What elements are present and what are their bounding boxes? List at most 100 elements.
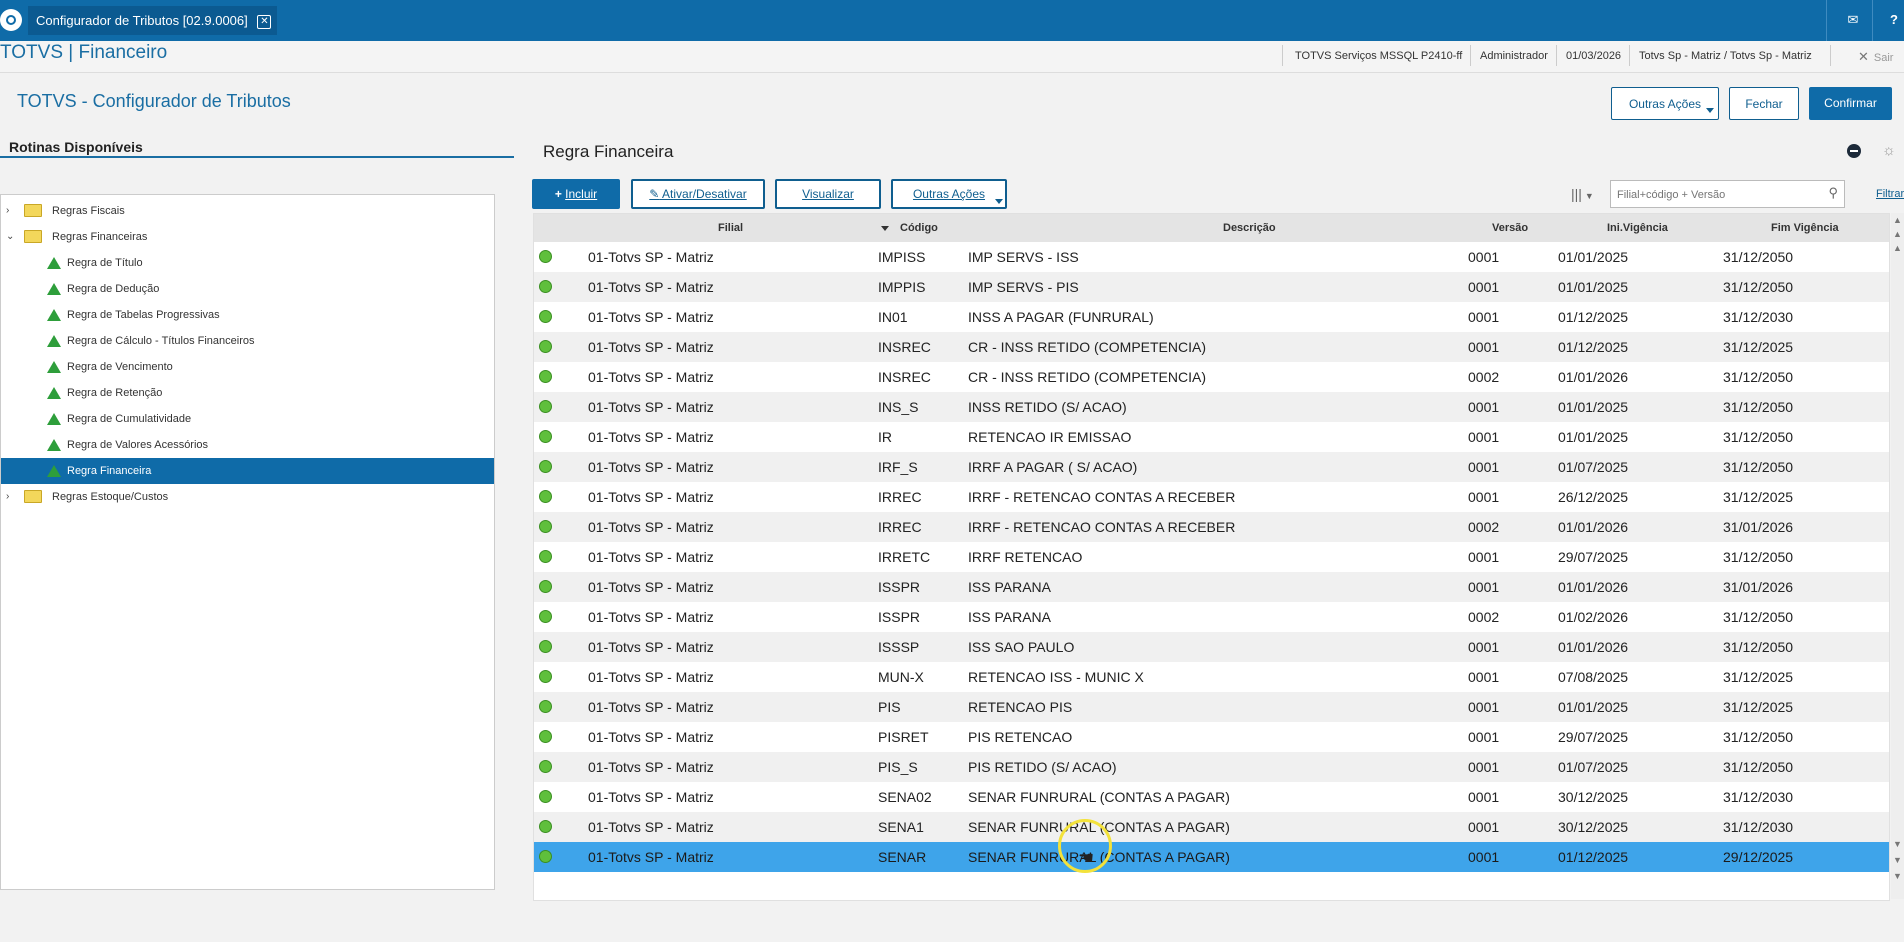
close-button[interactable]: Fechar <box>1729 87 1799 120</box>
tree-item[interactable]: Regra de Valores Acessórios <box>1 432 494 458</box>
window-tab[interactable]: Configurador de Tributos [02.9.0006] ✕ <box>28 6 278 35</box>
help-icon[interactable]: ? <box>1884 10 1904 30</box>
tree-label: Regra de Tabelas Progressivas <box>67 309 220 321</box>
cell-filial: 01-Totvs SP - Matriz <box>588 459 714 475</box>
tree-label: Regra de Valores Acessórios <box>67 439 209 451</box>
status-active-icon <box>539 820 552 833</box>
table-row[interactable]: 01-Totvs SP - Matriz IN01 INSS A PAGAR (FU… <box>534 302 1889 332</box>
filter-link[interactable]: Filtrar <box>1876 188 1904 200</box>
table-row[interactable]: 01-Totvs SP - Matriz SENA02 SENAR FUNRURAL… <box>534 782 1889 812</box>
close-icon: ✕ <box>1858 49 1869 64</box>
table-row[interactable]: 01-Totvs SP - Matriz ISSPR ISS PARANA 0001 0… <box>534 572 1889 602</box>
column-header-fim-vigencia[interactable]: Fim Vigência <box>1771 222 1839 234</box>
cell-codigo: IRRETC <box>878 549 931 565</box>
cell-descricao: CR - INSS RETIDO (COMPETENCIA) <box>968 369 1207 385</box>
scroll-down-icon[interactable]: ▼ <box>1893 855 1902 865</box>
table-row[interactable]: 01-Totvs SP - Matriz PIS RETENCAO PIS 0001 0… <box>534 692 1889 722</box>
table-row[interactable]: 01-Totvs SP - Matriz IRREC IRRF - RETENCAO… <box>534 482 1889 512</box>
confirm-button[interactable]: Confirmar <box>1809 87 1892 120</box>
view-button[interactable]: Visualizar <box>775 179 881 209</box>
table-row[interactable]: 01-Totvs SP - Matriz MUN-X RETENCAO ISS - … <box>534 662 1889 692</box>
scroll-down-icon[interactable]: ▼ <box>1893 839 1902 849</box>
scroll-bottom-icon[interactable]: ▼ <box>1893 871 1902 881</box>
chevron-down-icon[interactable]: ⌄ <box>6 224 16 250</box>
cell-codigo: SENA1 <box>878 819 924 835</box>
table-row[interactable]: 01-Totvs SP - Matriz INS_S INSS RETIDO (S/… <box>534 392 1889 422</box>
collapse-icon[interactable] <box>1847 144 1861 158</box>
table-row[interactable]: 01-Totvs SP - Matriz IRRETC IRRF RETENCAO 0… <box>534 542 1889 572</box>
table-row[interactable]: 01-Totvs SP - Matriz SENA1 SENAR FUNRURAL … <box>534 812 1889 842</box>
exit-button[interactable]: ✕ Sair <box>1858 49 1893 65</box>
table-row[interactable]: 01-Totvs SP - Matriz IMPISS IMP SERVS - IS… <box>534 242 1889 272</box>
table-row[interactable]: 01-Totvs SP - Matriz SENAR SENAR FUNRURAL … <box>534 842 1889 872</box>
table-row[interactable]: 01-Totvs SP - Matriz IRREC IRRF - RETENCAO… <box>534 512 1889 542</box>
mail-icon[interactable]: ✉ <box>1843 10 1863 30</box>
available-routines-title: Rotinas Disponíveis <box>9 139 143 155</box>
cell-codigo: INSREC <box>878 369 931 385</box>
cell-codigo: IRREC <box>878 489 922 505</box>
tree-folder[interactable]: ⌄ Regras Financeiras <box>1 224 494 250</box>
scroll-up-icon[interactable]: ▲ <box>1893 229 1902 239</box>
tree-item[interactable]: Regra de Tabelas Progressivas <box>1 302 494 328</box>
toggle-active-button[interactable]: ✎ Ativar/Desativar <box>631 179 765 209</box>
cell-fim: 31/12/2050 <box>1723 249 1794 265</box>
table-row[interactable]: 01-Totvs SP - Matriz PIS_S PIS RETIDO (S/ … <box>534 752 1889 782</box>
table-row[interactable]: 01-Totvs SP - Matriz INSREC CR - INSS RETI… <box>534 362 1889 392</box>
tree-folder[interactable]: › Regras Fiscais <box>1 198 494 224</box>
chevron-right-icon[interactable]: › <box>6 484 16 510</box>
tree-item[interactable]: Regra de Título <box>1 250 494 276</box>
include-button[interactable]: + Incluir <box>532 179 620 209</box>
cell-ini: 01/12/2025 <box>1558 849 1629 865</box>
cell-codigo: ISSPR <box>878 609 921 625</box>
tree-item[interactable]: Regra Financeira <box>1 458 494 484</box>
cell-descricao: IRRF RETENCAO <box>968 549 1083 565</box>
table-row[interactable]: 01-Totvs SP - Matriz IMPPIS IMP SERVS - PI… <box>534 272 1889 302</box>
tree-item[interactable]: Regra de Retenção <box>1 380 494 406</box>
header-divider <box>1282 45 1283 66</box>
table-row[interactable]: 01-Totvs SP - Matriz PISRET PIS RETENCAO 00… <box>534 722 1889 752</box>
search-icon[interactable]: ⚲ <box>1828 185 1838 201</box>
gear-icon[interactable]: ☼ <box>1882 142 1896 159</box>
column-header-ini-vigencia[interactable]: Ini.Vigência <box>1607 222 1668 234</box>
status-active-icon <box>539 370 552 383</box>
column-header-codigo[interactable]: Código <box>900 222 938 234</box>
scroll-up-icon[interactable]: ▲ <box>1893 243 1902 253</box>
close-tab-icon[interactable]: ✕ <box>257 14 272 29</box>
tree-label: Regra Financeira <box>67 465 152 477</box>
status-active-icon <box>539 310 552 323</box>
tree-item[interactable]: Regra de Cálculo - Títulos Financeiros <box>1 328 494 354</box>
cell-fim: 31/12/2050 <box>1723 609 1794 625</box>
table-row[interactable]: 01-Totvs SP - Matriz ISSPR ISS PARANA 0002 0… <box>534 602 1889 632</box>
cell-descricao: ISS SAO PAULO <box>968 639 1075 655</box>
table-row[interactable]: 01-Totvs SP - Matriz IR RETENCAO IR EMISSA… <box>534 422 1889 452</box>
cell-descricao: IMP SERVS - PIS <box>968 279 1079 295</box>
columns-icon[interactable]: ||| ▼ <box>1571 181 1607 207</box>
cell-codigo: IRREC <box>878 519 922 535</box>
column-header-descricao[interactable]: Descrição <box>1223 222 1276 234</box>
rule-triangle-icon <box>47 413 61 425</box>
other-actions-button[interactable]: Outras Ações <box>1611 87 1719 120</box>
cell-codigo: ISSSP <box>878 639 920 655</box>
table-row[interactable]: 01-Totvs SP - Matriz INSREC CR - INSS RETI… <box>534 332 1889 362</box>
totvs-logo-icon[interactable] <box>0 9 22 31</box>
tree-folder[interactable]: › Regras Estoque/Custos <box>1 484 494 510</box>
search-field[interactable]: ⚲ <box>1610 180 1845 208</box>
cell-descricao: SENAR FUNRURAL (CONTAS A PAGAR) <box>968 789 1230 805</box>
grid-other-actions-button[interactable]: Outras Ações <box>891 179 1007 209</box>
chevron-right-icon[interactable]: › <box>6 198 16 224</box>
cell-descricao: RETENCAO PIS <box>968 699 1073 715</box>
tree-item[interactable]: Regra de Cumulatividade <box>1 406 494 432</box>
column-header-versao[interactable]: Versão <box>1492 222 1528 234</box>
scroll-top-icon[interactable]: ▲ <box>1893 215 1902 225</box>
cell-versao: 0001 <box>1468 819 1500 835</box>
grid-scrollbar[interactable]: ▲ ▲ ▲ ▼ ▼ ▼ <box>1891 213 1904 899</box>
cell-codigo: PIS_S <box>878 759 918 775</box>
cell-codigo: MUN-X <box>878 669 924 685</box>
column-header-filial[interactable]: Filial <box>718 222 743 234</box>
search-input[interactable] <box>1615 185 1819 205</box>
table-row[interactable]: 01-Totvs SP - Matriz ISSSP ISS SAO PAULO 00… <box>534 632 1889 662</box>
tree-item[interactable]: Regra de Vencimento <box>1 354 494 380</box>
table-row[interactable]: 01-Totvs SP - Matriz IRF_S IRRF A PAGAR ( … <box>534 452 1889 482</box>
cell-descricao: RETENCAO IR EMISSAO <box>968 429 1132 445</box>
tree-item[interactable]: Regra de Dedução <box>1 276 494 302</box>
